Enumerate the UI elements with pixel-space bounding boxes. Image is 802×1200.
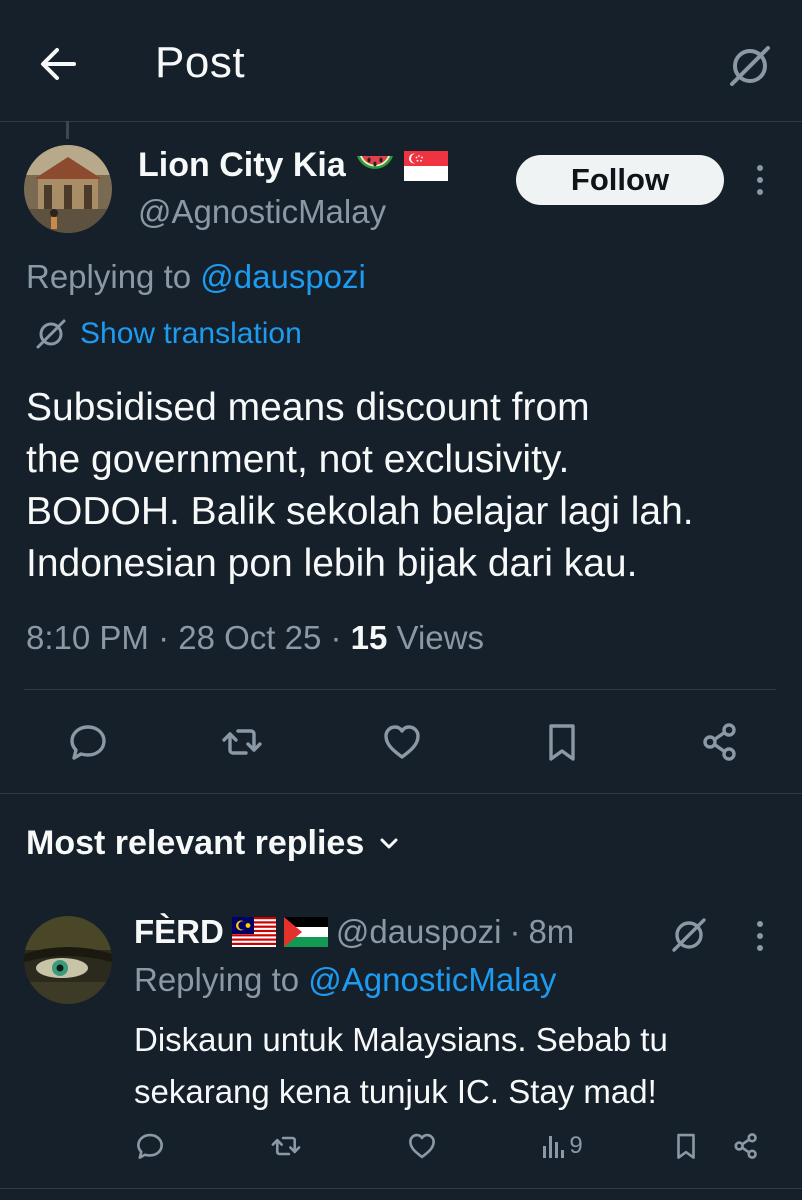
author-name[interactable]: Lion City Kia [138,146,346,185]
reply-grok-button[interactable] [664,910,714,960]
more-options-button[interactable] [746,160,774,200]
page-title: Post [155,38,246,87]
watermelon-emoji [356,155,393,169]
reply-replying-to-line: Replying to @AgnosticMalay [134,961,556,999]
like-icon [384,725,420,759]
reply-views-count: 9 [569,1132,583,1159]
bookmark-button[interactable] [532,712,592,772]
reply-reply-button[interactable] [130,1120,170,1172]
reply-like-button[interactable] [402,1120,442,1172]
back-arrow-icon [41,48,76,80]
post-action-bar [0,712,802,772]
share-icon [703,723,736,761]
reply-views-button[interactable]: 9 [532,1120,592,1172]
header-divider [0,121,802,122]
author-avatar[interactable] [24,145,112,233]
meta-divider [24,689,776,690]
replies-sort-dropdown[interactable]: Most relevant replies [26,824,400,863]
grok-icon [730,46,770,86]
singapore-flag-icon [403,150,448,181]
malaysia-flag-icon [231,917,276,947]
back-button[interactable] [30,36,86,92]
retweet-button[interactable] [212,712,272,772]
views-icon [543,1136,565,1158]
reply-action-bar: 9 [0,1120,802,1172]
replies-sort-label: Most relevant replies [26,824,365,862]
like-button[interactable] [372,712,432,772]
reply-replying-to-link[interactable]: @AgnosticMalay [308,961,556,998]
post-text-line: the government, not exclusivity. [26,438,570,481]
views-label: Views [396,619,484,656]
more-vertical-icon [757,921,763,951]
reply-icon [70,725,106,760]
reply-bookmark-button[interactable] [668,1120,704,1172]
translate-icon [36,319,66,349]
retweet-icon [271,1136,301,1156]
top-app-bar [0,0,802,122]
retweet-icon [222,729,262,755]
replying-prefix: Replying to [26,258,201,295]
grok-icon [672,918,706,952]
author-handle[interactable]: @AgnosticMalay [138,193,386,231]
bottom-divider [0,1188,802,1189]
reply-handle[interactable]: @dauspozi [336,913,502,951]
post-text-line: BODOH. Balik sekolah belajar lagi lah. [26,490,694,533]
post-date[interactable]: 28 Oct 25 [178,619,321,656]
like-icon [409,1133,435,1159]
bookmark-icon [677,1133,695,1159]
reply-text-line: sekarang kena tunjuk IC. Stay mad! [134,1073,657,1110]
replying-to-line: Replying to @dauspozi [26,258,366,296]
post-time[interactable]: 8:10 PM [26,619,149,656]
bookmark-icon [549,724,575,761]
chevron-down-icon [380,838,398,848]
follow-button[interactable]: Follow [516,155,724,205]
reply-more-options-button[interactable] [748,916,772,956]
reply-author-avatar[interactable] [24,916,112,1004]
post-metadata: 8:10 PM · 28 Oct 25 · 15 Views [26,619,484,656]
views-count: 15 [350,619,388,656]
show-translation-label: Show translation [80,317,302,350]
thread-connector-line [66,121,69,139]
reply-icon [137,1133,163,1159]
grok-button[interactable] [722,38,778,94]
palestine-flag-icon [283,917,328,947]
share-icon [734,1133,757,1159]
reply-retweet-button[interactable] [266,1120,306,1172]
share-button[interactable] [690,712,750,772]
reply-share-button[interactable] [728,1120,764,1172]
post-text-line: Indonesian pon lebih bijak dari kau. [26,542,638,585]
reply-header: FÈRD @dauspozi · 8m [134,913,575,951]
more-vertical-icon [757,165,763,195]
reply-author-name[interactable]: FÈRD [134,913,224,951]
show-translation-button[interactable]: Show translation [34,317,302,351]
reply-text: Diskaun untuk Malaysians. Sebab tu sekar… [134,1014,784,1118]
section-divider [0,793,802,794]
reply-replying-prefix: Replying to [134,961,309,998]
reply-text-line: Diskaun untuk Malaysians. Sebab tu [134,1021,668,1058]
reply-button[interactable] [58,712,118,772]
replying-to-link[interactable]: @dauspozi [200,258,366,295]
post-text-line: Subsidised means discount from [26,386,590,429]
reply-age[interactable]: 8m [528,913,574,951]
post-text: Subsidised means discount from the gover… [26,382,786,590]
